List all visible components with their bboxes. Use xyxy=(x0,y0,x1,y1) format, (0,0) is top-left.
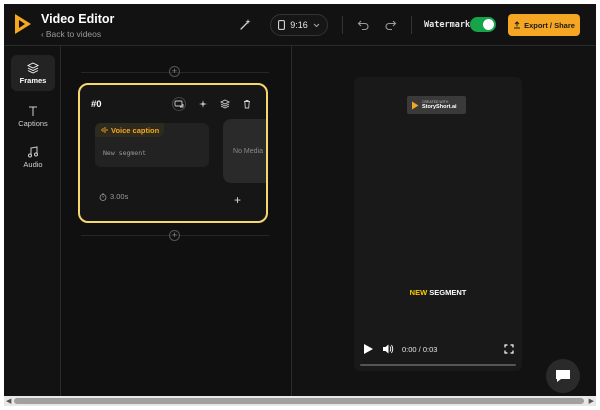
voice-wave-icon xyxy=(101,127,108,133)
watermark-toggle[interactable] xyxy=(470,17,496,32)
layers-icon xyxy=(27,61,39,74)
upload-icon xyxy=(514,21,521,29)
caption-highlight-word: NEW xyxy=(409,288,428,297)
divider xyxy=(342,16,343,34)
sidebar-item-frames[interactable]: Frames xyxy=(11,55,55,91)
export-share-button[interactable]: Export / Share xyxy=(508,14,580,36)
logo-icon xyxy=(412,101,419,109)
magic-wand-icon[interactable] xyxy=(238,18,252,32)
playback-time: 0:00 / 0:03 xyxy=(402,345,438,354)
sidebar-item-captions[interactable]: Captions xyxy=(11,98,55,134)
layers-button[interactable] xyxy=(218,97,232,111)
logo-icon xyxy=(15,14,31,34)
fullscreen-icon[interactable] xyxy=(504,344,514,354)
sidebar: Frames Captions Audio xyxy=(4,46,61,396)
scroll-left-icon[interactable]: ◀ xyxy=(6,397,11,405)
toggle-knob xyxy=(483,19,494,30)
play-icon[interactable] xyxy=(362,343,374,355)
watermark-label: Watermark xyxy=(424,20,471,30)
sidebar-item-label: Audio xyxy=(23,159,43,169)
voice-caption-tag: Voice caption xyxy=(95,123,165,137)
redo-icon[interactable] xyxy=(384,18,397,31)
layers-icon xyxy=(220,99,230,109)
aspect-ratio-value: 9:16 xyxy=(290,20,308,30)
horizontal-scrollbar[interactable]: ◀ ▶ xyxy=(4,396,596,406)
frame-number: #0 xyxy=(91,99,102,110)
frame-card[interactable]: #0 Voice caption New segment No Media 3.… xyxy=(78,83,268,223)
frames-panel: + #0 Voice caption New segment No Media … xyxy=(61,46,292,396)
app-title: Video Editor xyxy=(41,12,115,26)
phone-icon xyxy=(278,20,286,30)
text-icon xyxy=(29,106,37,116)
video-controls: 0:00 / 0:03 xyxy=(354,343,522,357)
caption-text: New segment xyxy=(103,149,147,157)
voice-caption-box[interactable]: Voice caption New segment xyxy=(95,123,209,167)
export-label: Export / Share xyxy=(524,20,575,30)
caption-rest: SEGMENT xyxy=(427,288,467,297)
undo-icon[interactable] xyxy=(357,18,370,31)
watermark-brand: StoryShort.ai xyxy=(422,103,457,110)
media-slot[interactable]: No Media xyxy=(223,119,266,183)
back-link-label: Back to videos xyxy=(45,29,102,39)
volume-icon[interactable] xyxy=(382,343,394,355)
sidebar-item-audio[interactable]: Audio xyxy=(11,139,55,175)
segment-caption-overlay: NEW SEGMENT xyxy=(354,288,522,297)
chevron-left-icon: ‹ xyxy=(41,29,44,39)
add-frame-above-button[interactable]: + xyxy=(169,66,180,77)
preview-panel: CREATED WITH StoryShort.ai NEW SEGMENT 0… xyxy=(292,46,596,396)
scrollbar-thumb[interactable] xyxy=(14,398,584,404)
caption-label: Voice caption xyxy=(111,125,160,135)
add-element-button[interactable]: + xyxy=(234,193,241,207)
watermark-badge: CREATED WITH StoryShort.ai xyxy=(407,96,466,114)
music-note-icon xyxy=(28,145,38,157)
aspect-ratio-select[interactable]: 9:16 xyxy=(270,14,328,36)
duration-value: 3.00s xyxy=(110,192,129,201)
sidebar-item-label: Captions xyxy=(18,118,48,128)
delete-frame-button[interactable] xyxy=(240,97,254,111)
chevron-down-icon xyxy=(313,23,320,27)
add-frame-below-button[interactable]: + xyxy=(169,230,180,241)
top-bar: Video Editor ‹ Back to videos 9:16 Water… xyxy=(4,4,596,46)
chat-support-button[interactable] xyxy=(546,359,580,393)
divider xyxy=(411,16,412,34)
sparkles-icon xyxy=(199,100,207,108)
media-label: No Media xyxy=(233,147,263,155)
back-to-videos-link[interactable]: ‹ Back to videos xyxy=(41,29,101,39)
timer-icon xyxy=(99,193,107,201)
trash-icon xyxy=(244,100,250,109)
image-swap-icon xyxy=(174,100,184,108)
app-window: Video Editor ‹ Back to videos 9:16 Water… xyxy=(4,4,596,406)
video-preview[interactable]: CREATED WITH StoryShort.ai NEW SEGMENT 0… xyxy=(354,77,522,371)
replace-media-button[interactable] xyxy=(172,97,186,111)
chat-icon xyxy=(556,370,570,382)
scroll-right-icon[interactable]: ▶ xyxy=(589,397,594,405)
playback-progress-bar[interactable] xyxy=(360,364,516,366)
sidebar-item-label: Frames xyxy=(19,75,47,85)
frame-duration: 3.00s xyxy=(99,192,128,201)
generate-button[interactable] xyxy=(196,97,210,111)
